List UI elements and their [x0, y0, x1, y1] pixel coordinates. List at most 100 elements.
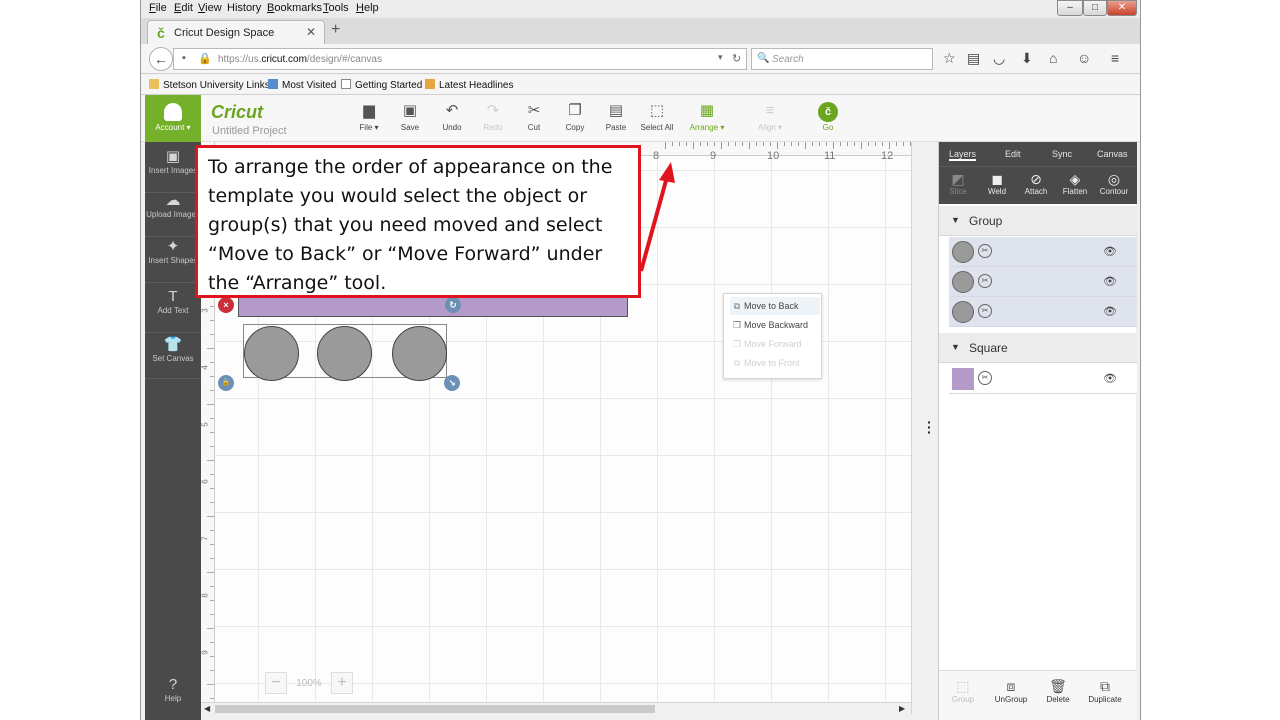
tab-edit[interactable]: Edit: [1005, 149, 1021, 159]
menu-item-move-to-front[interactable]: ⧉ Move to Front: [730, 354, 820, 372]
sidebar-help[interactable]: ? Help: [145, 676, 201, 703]
menu-history[interactable]: History: [227, 2, 261, 14]
go-button[interactable]: č Go: [807, 101, 849, 132]
maximize-button[interactable]: □: [1083, 0, 1107, 16]
arrange-button[interactable]: ▦ Arrange ▾: [686, 101, 728, 132]
pocket-icon[interactable]: ◡: [993, 50, 1005, 67]
paste-button[interactable]: ▤ Paste: [595, 101, 637, 132]
close-tab-icon[interactable]: ✕: [306, 25, 316, 39]
lock-handle-icon[interactable]: 🔒: [218, 375, 234, 391]
attach-button[interactable]: ⊘ Attach: [1017, 171, 1055, 196]
move-to-back-label: Move to Back: [744, 301, 799, 311]
contour-button[interactable]: ◎ Contour: [1095, 171, 1133, 196]
sidebar-insert-images[interactable]: ▣ Insert Images: [145, 148, 201, 175]
cut-type-icon[interactable]: ✂: [978, 371, 992, 385]
flatten-button[interactable]: ◈ Flatten: [1056, 171, 1094, 196]
instruction-callout: To arrange the order of appearance on th…: [195, 145, 641, 298]
sidebar-insert-shapes[interactable]: ✦ Insert Shapes: [145, 238, 201, 265]
menu-item-move-to-back[interactable]: ⧉ Move to Back: [730, 297, 820, 315]
menu-bookmarks[interactable]: Bookmarks: [267, 2, 322, 14]
download-icon[interactable]: ⬇: [1021, 50, 1033, 67]
menu-tools[interactable]: Tools: [323, 2, 349, 14]
tab-cricut-design-space[interactable]: č Cricut Design Space ✕: [147, 20, 325, 44]
dropdown-icon[interactable]: ▾: [718, 52, 723, 63]
sidebar-upload-images[interactable]: ☁ Upload Images: [145, 192, 201, 219]
menu-view[interactable]: View: [198, 2, 222, 14]
circle-shape[interactable]: [317, 326, 372, 381]
menu-edit[interactable]: Edit: [174, 2, 193, 14]
eye-icon[interactable]: 👁: [1103, 305, 1117, 318]
horizontal-scrollbar[interactable]: ◀ ▶: [201, 702, 911, 714]
select-all-button[interactable]: ⬚ Select All: [636, 101, 678, 132]
copy-button[interactable]: ❐ Copy: [554, 101, 596, 132]
menu-file[interactable]: File: [149, 2, 167, 14]
eye-icon[interactable]: 👁: [1103, 275, 1117, 288]
layer-row[interactable]: ✂ 👁: [949, 237, 1137, 267]
scroll-right-icon[interactable]: ▶: [899, 704, 905, 713]
layer-row[interactable]: ✂ 👁: [949, 364, 1137, 394]
cut-type-icon[interactable]: ✂: [978, 304, 992, 318]
collapse-triangle-icon[interactable]: ▼: [951, 215, 960, 225]
eye-icon[interactable]: 👁: [1103, 245, 1117, 258]
sidebar-set-canvas[interactable]: 👕 Set Canvas: [145, 336, 201, 363]
ruler-tick: [721, 142, 722, 149]
sidebar-add-text[interactable]: T Add Text: [145, 288, 201, 315]
group-button[interactable]: ⬚ Group: [941, 677, 985, 704]
tab-canvas[interactable]: Canvas: [1097, 149, 1128, 159]
delete-button[interactable]: 🗑 Delete: [1036, 677, 1080, 704]
horizontal-scroll-thumb[interactable]: [215, 705, 655, 713]
bookmark-stetson[interactable]: Stetson University Links: [149, 79, 270, 91]
ungroup-button[interactable]: ⧈ UnGroup: [989, 677, 1033, 704]
info-icon[interactable]: ▪: [182, 52, 186, 64]
undo-button[interactable]: ↶ Undo: [431, 101, 473, 132]
redo-button[interactable]: ↷ Redo: [472, 101, 514, 132]
url-bar[interactable]: ▪ 🔒 https://us.cricut.com/design/#/canva…: [173, 48, 747, 70]
bookmark-star-icon[interactable]: ☆: [943, 50, 956, 67]
menu-help[interactable]: Help: [356, 2, 379, 14]
eye-icon[interactable]: 👁: [1103, 372, 1117, 385]
layer-row[interactable]: ✂ 👁: [949, 267, 1137, 297]
layer-group-header[interactable]: ▼ Square: [939, 333, 1137, 363]
menu-item-move-backward[interactable]: ❐ Move Backward: [730, 316, 820, 334]
back-arrow-icon[interactable]: ←: [149, 47, 173, 71]
align-button[interactable]: ≡ Align ▾: [749, 101, 791, 132]
bookmark-getting-started[interactable]: Getting Started: [341, 79, 422, 91]
menu-item-move-forward[interactable]: ❐ Move Forward: [730, 335, 820, 353]
duplicate-button[interactable]: ⧉ Duplicate: [1083, 677, 1127, 704]
weld-button[interactable]: ◼ Weld: [978, 171, 1016, 196]
chat-icon[interactable]: ☺: [1077, 50, 1091, 66]
search-box[interactable]: 🔍 Search: [751, 48, 933, 70]
circle-shape[interactable]: [244, 326, 299, 381]
collapse-triangle-icon[interactable]: ▼: [951, 342, 960, 352]
menu-icon[interactable]: ≡: [1111, 50, 1119, 66]
panel-resize-grip-icon[interactable]: · · ·: [927, 415, 932, 439]
save-button[interactable]: ▣ Save: [389, 101, 431, 132]
bookmark-latest-headlines[interactable]: Latest Headlines: [425, 79, 514, 91]
layer-group-header[interactable]: ▼ Group: [939, 206, 1137, 236]
cut-type-icon[interactable]: ✂: [978, 274, 992, 288]
file-button[interactable]: ▆ File ▾: [348, 101, 390, 132]
home-icon[interactable]: ⌂: [1049, 50, 1057, 66]
rotate-handle-icon[interactable]: ↻: [445, 297, 461, 313]
close-window-button[interactable]: ✕: [1107, 0, 1137, 16]
delete-handle-icon[interactable]: ×: [218, 297, 234, 313]
scroll-left-icon[interactable]: ◀: [204, 704, 210, 713]
slice-button[interactable]: ◩ Slice: [939, 171, 977, 196]
zoom-in-button[interactable]: +: [331, 672, 353, 694]
layer-row[interactable]: ✂ 👁: [949, 297, 1137, 327]
tab-sync[interactable]: Sync: [1052, 149, 1072, 159]
reading-list-icon[interactable]: ▤: [967, 50, 980, 67]
new-tab-button[interactable]: +: [331, 21, 340, 39]
reload-icon[interactable]: ↻: [732, 52, 741, 65]
bookmark-most-visited[interactable]: Most Visited: [268, 79, 336, 91]
resize-handle-icon[interactable]: ↘: [444, 375, 460, 391]
vertical-scrollbar[interactable]: ▲ ▼: [911, 142, 913, 714]
cut-button[interactable]: ✂ Cut: [513, 101, 555, 132]
cut-type-icon[interactable]: ✂: [978, 244, 992, 258]
circle-shape[interactable]: [392, 326, 447, 381]
bookmarks-bar: Stetson University Links Most Visited Ge…: [141, 75, 1140, 95]
minimize-button[interactable]: –: [1057, 0, 1083, 16]
account-button[interactable]: Account ▾: [145, 95, 201, 142]
tab-layers[interactable]: Layers: [949, 149, 977, 161]
zoom-out-button[interactable]: −: [265, 672, 287, 694]
